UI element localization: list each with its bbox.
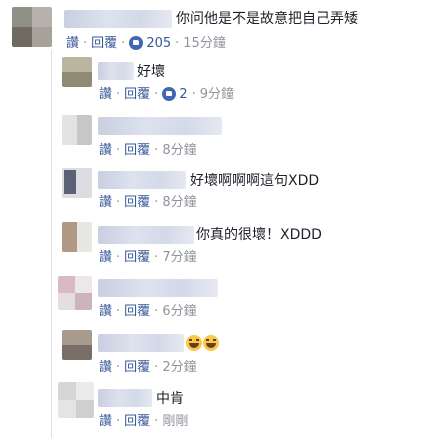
emoji-reaction <box>186 334 220 352</box>
comment-actions: 讚 · 回覆 · 8分鐘 <box>99 143 197 159</box>
like-reaction-icon[interactable] <box>129 36 144 50</box>
timestamp[interactable]: 15分鐘 <box>183 36 226 52</box>
reaction-count[interactable]: 2 <box>179 87 187 103</box>
comment-text: 你问他是不是故意把自己弄矮 <box>176 11 358 27</box>
thread-line <box>51 50 52 438</box>
avatar[interactable] <box>62 115 92 145</box>
like-button[interactable]: 讚 <box>99 195 112 211</box>
commenter-name[interactable] <box>98 62 134 80</box>
like-button[interactable]: 讚 <box>99 87 112 103</box>
avatar[interactable] <box>62 222 92 252</box>
comment-actions: 讚 · 回覆 · 8分鐘 <box>99 195 197 211</box>
comment-text: 中肯 <box>156 391 184 407</box>
reply-button[interactable]: 回覆 <box>124 87 150 103</box>
comment-text: 好壞啊啊啊這句XDD <box>190 173 320 189</box>
reply-button[interactable]: 回覆 <box>124 414 150 430</box>
like-reaction-icon[interactable] <box>162 87 177 101</box>
comment-text: 你真的很壞！XDDD <box>196 227 322 243</box>
like-button[interactable]: 讚 <box>99 250 112 266</box>
reply-button[interactable]: 回覆 <box>124 143 150 159</box>
laughing-tears-emoji <box>186 335 202 351</box>
comment-text: 好壞 <box>137 64 165 80</box>
comment-actions: 讚 · 回覆 · 2 · 9分鐘 <box>99 87 235 103</box>
commenter-name[interactable] <box>64 10 172 28</box>
timestamp[interactable]: 6分鐘 <box>162 304 196 320</box>
comment-actions: 讚 · 回覆 · 2分鐘 <box>99 360 197 376</box>
like-button[interactable]: 讚 <box>99 414 112 430</box>
timestamp[interactable]: 9分鐘 <box>200 87 234 103</box>
commenter-name[interactable] <box>98 117 222 135</box>
commenter-name[interactable] <box>98 389 152 407</box>
like-button[interactable]: 讚 <box>99 360 112 376</box>
timestamp[interactable]: 8分鐘 <box>162 143 196 159</box>
avatar[interactable] <box>62 330 92 360</box>
like-button[interactable]: 讚 <box>99 304 112 320</box>
comment-actions: 讚 · 回覆 · 剛剛 <box>99 414 189 430</box>
reply-button[interactable]: 回覆 <box>91 36 117 52</box>
reply-button[interactable]: 回覆 <box>124 360 150 376</box>
avatar[interactable] <box>58 276 92 310</box>
comment-actions: 讚 · 回覆 · 7分鐘 <box>99 250 197 266</box>
reply-button[interactable]: 回覆 <box>124 195 150 211</box>
timestamp[interactable]: 8分鐘 <box>162 195 196 211</box>
comment-actions: 讚 · 回覆 · 205 · 15分鐘 <box>66 36 226 52</box>
comment-actions: 讚 · 回覆 · 6分鐘 <box>99 304 197 320</box>
laughing-tears-emoji <box>203 335 219 351</box>
commenter-name[interactable] <box>98 334 184 352</box>
commenter-name[interactable] <box>98 279 218 297</box>
like-button[interactable]: 讚 <box>99 143 112 159</box>
timestamp[interactable]: 剛剛 <box>162 414 188 430</box>
avatar[interactable] <box>62 57 92 87</box>
commenter-name[interactable] <box>98 171 186 189</box>
avatar[interactable] <box>58 382 94 418</box>
commenter-name[interactable] <box>98 226 194 244</box>
reaction-count[interactable]: 205 <box>146 36 171 52</box>
timestamp[interactable]: 7分鐘 <box>162 250 196 266</box>
avatar[interactable] <box>12 7 52 47</box>
avatar[interactable] <box>62 168 92 198</box>
timestamp[interactable]: 2分鐘 <box>162 360 196 376</box>
reply-button[interactable]: 回覆 <box>124 304 150 320</box>
like-button[interactable]: 讚 <box>66 36 79 52</box>
reply-button[interactable]: 回覆 <box>124 250 150 266</box>
